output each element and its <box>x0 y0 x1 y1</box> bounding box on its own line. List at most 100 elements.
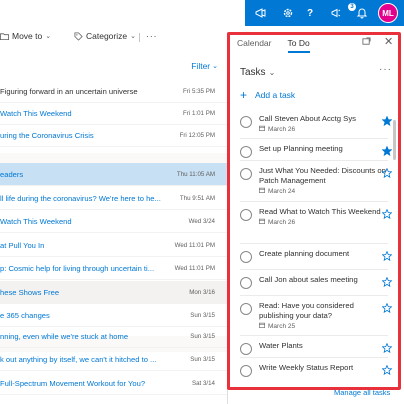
star-outline-icon[interactable] <box>381 250 393 262</box>
task-complete-checkbox[interactable] <box>240 343 252 355</box>
task-title: Create planning document <box>259 249 350 258</box>
task-body: Set up Planning meeting <box>259 144 390 154</box>
message-row[interactable]: at This WeekendFri 3/13 <box>0 396 228 404</box>
categorize-label: Categorize <box>86 31 128 41</box>
chevron-down-icon: ⌄ <box>45 33 52 40</box>
filter-button[interactable]: Filter ⌄ <box>191 61 218 71</box>
message-row[interactable]: Figuring forward in an uncertain univers… <box>0 80 228 103</box>
task-complete-checkbox[interactable] <box>240 251 252 263</box>
task-item[interactable]: Write Weekly Status Report <box>240 363 393 377</box>
task-complete-checkbox[interactable] <box>240 116 252 128</box>
move-to-button[interactable]: Move to ⌄ <box>0 31 51 41</box>
task-divider <box>240 357 388 358</box>
task-complete-checkbox[interactable] <box>240 303 252 315</box>
more-actions-button[interactable]: ··· <box>146 31 158 41</box>
message-row[interactable]: uring the Coronavirus Crisis Fri 12:05 PM <box>0 124 228 147</box>
task-due-date: March 26 <box>259 125 390 133</box>
task-complete-checkbox[interactable] <box>240 277 252 289</box>
message-time: Wed 11:01 PM <box>174 264 215 272</box>
task-body: Create planning document <box>259 249 390 259</box>
avatar[interactable]: ML <box>378 3 398 23</box>
task-scrollbar[interactable] <box>393 120 396 160</box>
tab-to-do[interactable]: To Do <box>287 38 310 53</box>
help-icon[interactable]: ? <box>302 6 318 20</box>
task-item[interactable]: Read What to Watch This Weekend March 26 <box>240 207 393 226</box>
task-list-selector[interactable]: Tasks ⌄ <box>240 67 275 78</box>
message-row[interactable]: e 365 changes Sun 3/15 <box>0 304 228 327</box>
message-time: Sun 3/15 <box>190 332 215 340</box>
task-complete-checkbox[interactable] <box>240 365 252 377</box>
task-title: Set up Planning meeting <box>259 144 343 153</box>
task-complete-checkbox[interactable] <box>240 209 252 221</box>
calendar-icon <box>259 322 265 330</box>
star-filled-icon[interactable] <box>381 115 393 127</box>
command-divider <box>139 33 140 42</box>
task-title: Write Weekly Status Report <box>259 363 354 372</box>
tag-icon <box>74 31 83 41</box>
add-task-button[interactable]: + Add a task <box>240 89 295 101</box>
task-item[interactable]: Create planning document <box>240 249 393 263</box>
message-subject: Watch This Weekend <box>0 108 72 118</box>
task-divider <box>240 295 388 296</box>
task-divider <box>240 160 388 161</box>
message-row[interactable]: eaders Thu 11:05 AM <box>0 163 228 186</box>
task-item[interactable]: Read: Have you considered publishing you… <box>240 301 393 330</box>
task-title: Just What You Needed: Discounts on Patch… <box>259 166 386 185</box>
message-row[interactable]: Watch This Weekend Fri 1:01 PM <box>0 102 228 125</box>
bell-icon[interactable] <box>354 6 370 20</box>
calendar-icon <box>259 218 265 226</box>
task-body: Read What to Watch This Weekend March 26 <box>259 207 390 226</box>
message-subject: nning, even while we're stuck at home <box>0 331 129 341</box>
task-item[interactable]: Water Plants <box>240 341 393 355</box>
categorize-button[interactable]: Categorize ⌄ <box>74 31 136 41</box>
task-body: Call Steven About Acctg Sys March 26 <box>259 114 390 133</box>
message-subject: hese Shows Free <box>0 287 60 297</box>
gear-icon[interactable] <box>280 6 296 20</box>
star-outline-icon[interactable] <box>381 342 393 354</box>
star-outline-icon[interactable] <box>381 302 393 314</box>
task-item[interactable]: Call Steven About Acctg Sys March 26 <box>240 114 393 133</box>
message-row[interactable]: Watch This Weekend Wed 3/24 <box>0 210 228 233</box>
message-time: Wed 3/24 <box>188 217 215 225</box>
task-divider <box>240 243 388 244</box>
megaphone-badge-icon[interactable] <box>328 6 344 20</box>
task-due-date-label: March 26 <box>268 218 296 226</box>
message-row[interactable]: p: Cosmic help for living through uncert… <box>0 257 228 280</box>
star-filled-icon[interactable] <box>381 145 393 157</box>
task-item[interactable]: Set up Planning meeting <box>240 144 393 158</box>
task-due-date-label: March 24 <box>268 187 296 195</box>
message-row[interactable]: hese Shows Free Mon 3/16 <box>0 281 228 304</box>
message-row[interactable]: nning, even while we're stuck at home Sun… <box>0 325 228 348</box>
task-complete-checkbox[interactable] <box>240 168 252 180</box>
star-outline-icon[interactable] <box>381 276 393 288</box>
popout-icon[interactable] <box>362 37 371 48</box>
message-time: Thu 9:51 AM <box>179 194 215 202</box>
task-list-more-icon[interactable]: ··· <box>379 64 392 75</box>
megaphone-icon[interactable] <box>253 6 269 20</box>
message-row[interactable]: ll life during the coronavirus? We're he… <box>0 187 228 210</box>
tab-calendar[interactable]: Calendar <box>237 38 272 51</box>
message-row[interactable]: k out anything by itself, we can't it hi… <box>0 348 228 371</box>
star-outline-icon[interactable] <box>381 167 393 179</box>
task-title: Call Jon about sales meeting <box>259 275 358 284</box>
task-body: Water Plants <box>259 341 390 351</box>
chevron-down-icon: ⌄ <box>212 63 218 70</box>
manage-all-tasks-link[interactable]: Manage all tasks <box>334 388 390 397</box>
task-divider <box>240 138 388 139</box>
message-row[interactable]: at Pull You In Wed 11:01 PM <box>0 234 228 257</box>
star-outline-icon[interactable] <box>381 208 393 220</box>
task-item[interactable]: Just What You Needed: Discounts on Patch… <box>240 166 393 195</box>
star-outline-icon[interactable] <box>381 364 393 376</box>
message-subject: uring the Coronavirus Crisis <box>0 130 94 140</box>
folder-move-icon <box>0 32 9 40</box>
task-body: Just What You Needed: Discounts on Patch… <box>259 166 390 195</box>
task-complete-checkbox[interactable] <box>240 146 252 158</box>
calendar-icon <box>259 187 265 195</box>
message-subject: Watch This Weekend <box>0 216 72 226</box>
task-item[interactable]: Call Jon about sales meeting <box>240 275 393 289</box>
message-time: Fri 12:05 PM <box>179 131 215 139</box>
task-divider <box>240 335 388 336</box>
message-row[interactable]: Full-Spectrum Movement Workout for You? S… <box>0 372 228 395</box>
close-icon[interactable]: ✕ <box>384 35 393 48</box>
message-subject: Figuring forward in an uncertain univers… <box>0 86 138 96</box>
